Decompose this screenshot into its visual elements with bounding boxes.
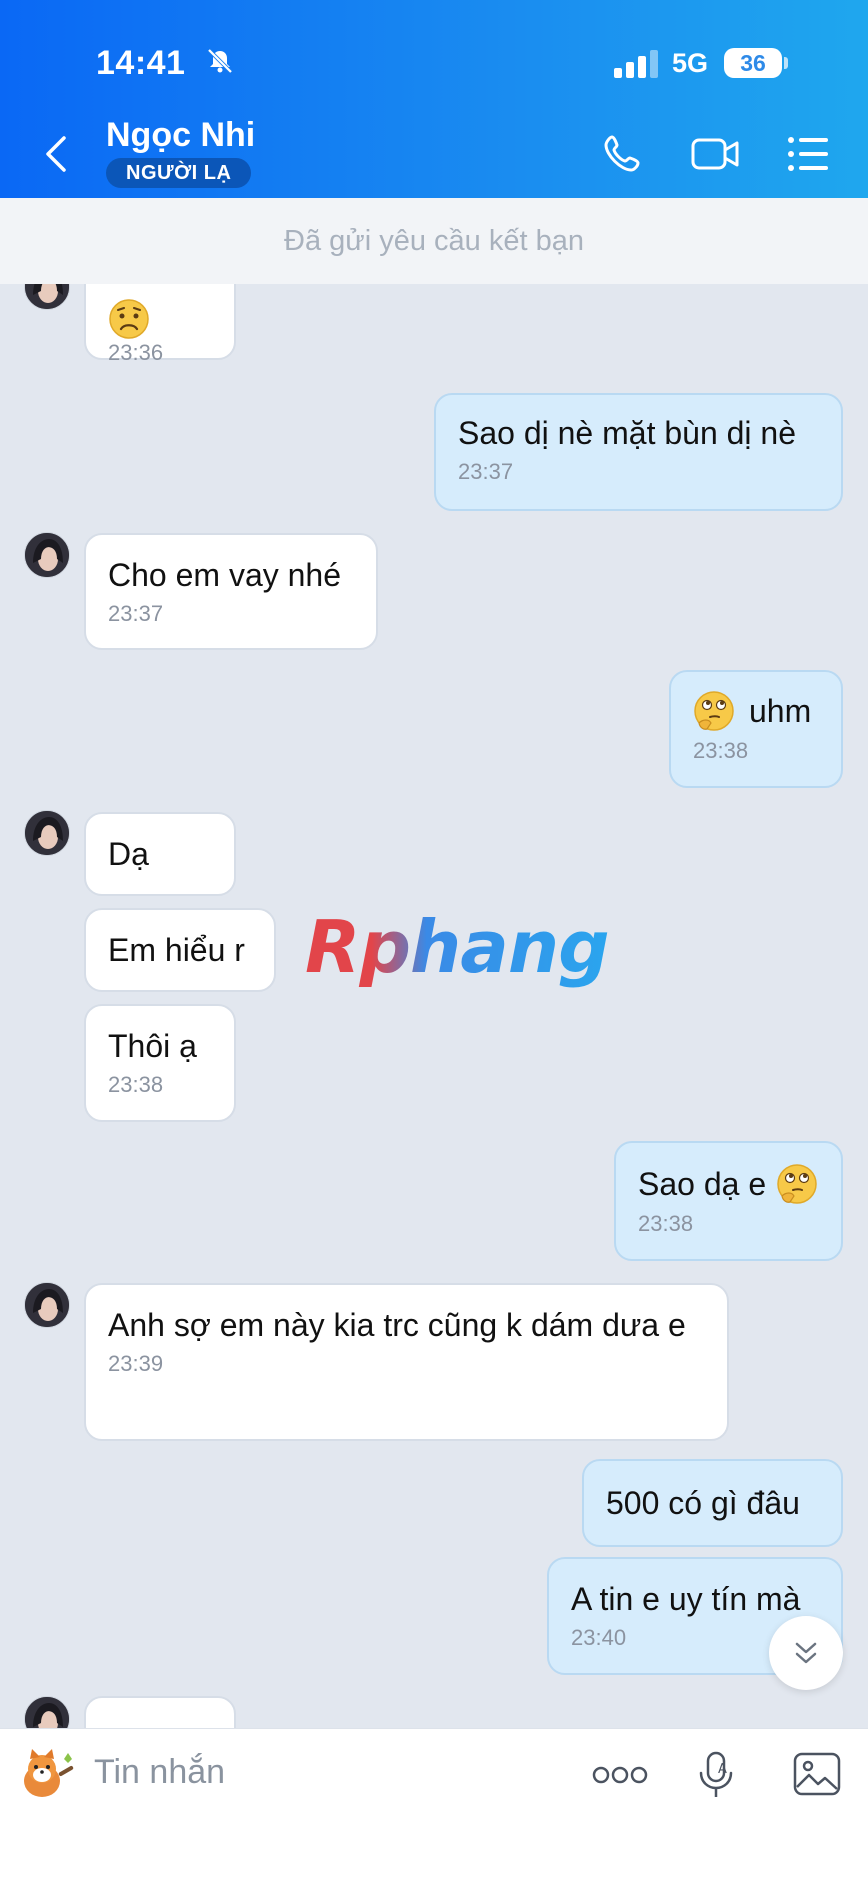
message-bubble-incoming[interactable]: Dạ — [84, 812, 236, 896]
thinking-face-icon — [777, 1164, 817, 1204]
message-text: Sao dị nè mặt bùn dị nè — [458, 415, 797, 451]
avatar[interactable] — [24, 284, 70, 310]
message-time: 23:38 — [693, 738, 749, 763]
status-time: 14:41 — [96, 44, 186, 82]
worried-face-icon — [109, 299, 149, 339]
watermark: Rphang — [305, 905, 610, 989]
message-list[interactable]: 23:36 Sao dị nè mặt bùn dị nè 23:37 Cho … — [0, 284, 868, 1728]
message-time: 23:37 — [108, 601, 164, 626]
image-icon[interactable] — [792, 1751, 842, 1797]
menu-icon[interactable] — [786, 132, 830, 176]
scroll-to-bottom-button[interactable] — [769, 1616, 843, 1690]
message-bubble-outgoing[interactable]: Sao dị nè mặt bùn dị nè 23:37 — [434, 393, 843, 511]
thinking-face-icon — [694, 691, 734, 731]
sticker-icon[interactable] — [14, 1745, 80, 1805]
avatar[interactable] — [24, 1282, 70, 1328]
avatar[interactable] — [24, 1696, 70, 1728]
svg-text:A: A — [718, 1762, 727, 1777]
friend-request-banner: Đã gửi yêu cầu kết bạn — [0, 198, 868, 284]
chat-header: 14:41 5G 36 Ngọc Nhi NGƯỜI LẠ — [0, 0, 868, 198]
message-bubble-incoming[interactable]: Thôi ạ 23:38 — [84, 1004, 236, 1122]
bell-muted-icon — [207, 48, 233, 74]
message-bubble-incoming[interactable]: 23:36 — [84, 284, 236, 365]
message-text: Dạ — [108, 836, 149, 872]
contact-name[interactable]: Ngọc Nhi — [106, 116, 255, 155]
message-text: 500 có gì đâu — [606, 1485, 800, 1521]
more-icon[interactable] — [592, 1765, 648, 1785]
message-time: 23:39 — [108, 1351, 164, 1376]
phone-icon[interactable] — [602, 132, 646, 176]
message-text: Em hiểu r — [108, 932, 245, 968]
message-text: Thôi ạ — [108, 1028, 197, 1064]
signal-icon — [614, 50, 658, 78]
battery-tip — [784, 57, 788, 69]
message-text: uhm — [749, 693, 812, 729]
battery-indicator: 36 — [724, 48, 782, 78]
mic-icon[interactable]: A — [696, 1749, 736, 1801]
avatar[interactable] — [24, 532, 70, 578]
message-text: Cho em vay nhé — [108, 557, 342, 593]
message-bubble-outgoing[interactable]: uhm 23:38 — [669, 670, 843, 788]
message-time: 23:38 — [638, 1211, 694, 1236]
message-composer: Tin nhắn A — [0, 1728, 868, 1888]
avatar[interactable] — [24, 810, 70, 856]
message-bubble-incoming[interactable]: Anh sợ em này kia trc cũng k dám dưa e 2… — [84, 1283, 729, 1441]
message-text: Anh sợ em này kia trc cũng k dám dưa e — [108, 1307, 686, 1343]
message-text: A tin e uy tín mà — [571, 1581, 801, 1617]
message-bubble-incoming[interactable] — [84, 1696, 236, 1728]
message-bubble-outgoing[interactable]: Sao dạ e 23:38 — [614, 1141, 843, 1261]
network-label: 5G — [672, 48, 709, 78]
message-input[interactable]: Tin nhắn — [94, 1753, 225, 1792]
message-time: 23:37 — [458, 459, 514, 484]
back-icon[interactable] — [42, 134, 72, 174]
message-time: 23:36 — [108, 340, 164, 365]
video-icon[interactable] — [690, 132, 742, 176]
message-time: 23:38 — [108, 1072, 164, 1097]
stranger-badge: NGƯỜI LẠ — [106, 158, 252, 188]
message-bubble-incoming[interactable]: Em hiểu r — [84, 908, 276, 992]
chevron-down-icon — [795, 1642, 817, 1664]
message-bubble-outgoing[interactable]: 500 có gì đâu — [582, 1459, 843, 1547]
message-text: Sao dạ e — [638, 1166, 767, 1202]
message-bubble-incoming[interactable]: Cho em vay nhé 23:37 — [84, 533, 378, 650]
